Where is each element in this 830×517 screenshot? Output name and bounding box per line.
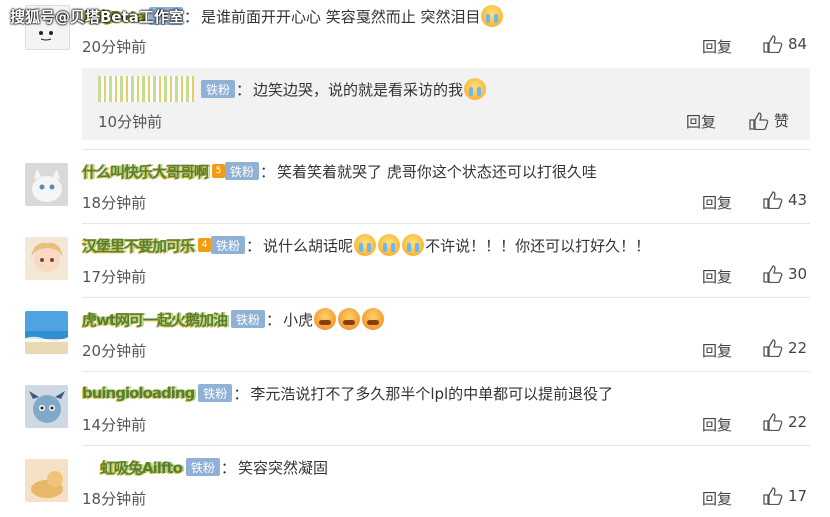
fan-badge: 铁粉 <box>211 236 246 254</box>
like-count: 22 <box>788 413 808 431</box>
like-button[interactable]: 赞 <box>749 110 789 131</box>
avatar[interactable] <box>25 237 68 280</box>
angry-emoji-icon <box>338 308 361 330</box>
reply-button[interactable]: 回复 <box>686 111 716 132</box>
divider <box>82 149 810 150</box>
fan-level-badge: 4 <box>198 238 212 252</box>
username[interactable]: 什么叫快乐大哥哥啊 <box>82 161 209 182</box>
fan-badge: 铁粉 <box>198 384 233 402</box>
like-count: 17 <box>788 487 808 505</box>
crying-emoji-icon <box>464 78 487 100</box>
crying-emoji-icon <box>481 5 504 27</box>
comment-text: 边笑边哭，说的就是看采访的我 <box>253 80 464 99</box>
colon: ： <box>220 458 236 477</box>
thumbs-up-icon <box>763 191 783 209</box>
fan-badge: 铁粉 <box>201 80 236 98</box>
divider <box>82 223 810 224</box>
like-label: 赞 <box>774 112 790 130</box>
avatar[interactable] <box>25 385 68 428</box>
like-button[interactable]: 22 <box>763 413 807 431</box>
username-blurred[interactable] <box>98 76 194 102</box>
timestamp: 18分钟前 <box>82 490 147 508</box>
thumbs-up-icon <box>763 413 783 431</box>
thumbs-up-icon <box>749 111 769 130</box>
fan-badge: 铁粉 <box>231 310 266 328</box>
timestamp: 20分钟前 <box>82 342 147 360</box>
like-count: 43 <box>788 191 808 209</box>
colon: ： <box>236 80 252 99</box>
sub-reply-box: 铁粉 ： 边笑边哭，说的就是看采访的我 10分钟前 回复 赞 <box>82 68 810 140</box>
fan-badge: 铁粉 <box>185 458 220 476</box>
divider <box>82 371 810 372</box>
crying-emoji-icon <box>402 234 425 256</box>
avatar[interactable] <box>25 311 68 354</box>
comment-text: 是谁前面开开心心 笑容戛然而止 突然泪目 <box>200 7 481 26</box>
colon: ： <box>266 310 282 329</box>
avatar[interactable] <box>25 459 68 502</box>
reply-button[interactable]: 回复 <box>702 414 732 435</box>
thumbs-up-icon <box>763 487 783 505</box>
reply-button[interactable]: 回复 <box>702 266 732 287</box>
colon: ： <box>233 384 249 403</box>
username[interactable]: 虹吸兔Ailfto <box>100 457 183 478</box>
reply-button[interactable]: 回复 <box>702 192 732 213</box>
angry-emoji-icon <box>314 308 337 330</box>
username[interactable]: 汉堡里不要加可乐 <box>82 235 195 256</box>
crying-emoji-icon <box>354 234 377 256</box>
watermark: 搜狐号@贝塔Beta工作室 <box>10 8 184 26</box>
colon: ： <box>246 236 262 255</box>
divider <box>82 445 810 446</box>
timestamp: 20分钟前 <box>82 38 147 56</box>
divider <box>82 297 810 298</box>
reply-button[interactable]: 回复 <box>702 36 732 57</box>
timestamp: 17分钟前 <box>82 268 147 286</box>
like-count: 30 <box>788 265 808 283</box>
like-button[interactable]: 84 <box>763 35 807 53</box>
fan-badge: 铁粉 <box>225 162 260 180</box>
like-count: 22 <box>788 339 808 357</box>
username[interactable]: 虎wt网可一起火鹅加油 <box>82 309 228 330</box>
crying-emoji-icon <box>378 234 401 256</box>
like-button[interactable]: 17 <box>763 487 807 505</box>
username[interactable]: buingioloading <box>82 384 195 402</box>
like-count: 84 <box>788 35 808 53</box>
comment-text: 李元浩说打不了多久那半个lpl的中单都可以提前退役了 <box>250 384 614 403</box>
thumbs-up-icon <box>763 35 783 53</box>
timestamp: 10分钟前 <box>98 113 163 131</box>
colon: ： <box>183 7 199 26</box>
comment-text: 不许说！！！你还可以打好久！！ <box>425 236 651 255</box>
reply-button[interactable]: 回复 <box>702 488 732 509</box>
comment-text: 笑着笑着就哭了 虎哥你这个状态还可以打很久哇 <box>277 162 597 181</box>
colon: ： <box>260 162 276 181</box>
avatar[interactable] <box>25 163 68 206</box>
like-button[interactable]: 30 <box>763 265 807 283</box>
thumbs-up-icon <box>763 265 783 283</box>
comment-text: 说什么胡话呢 <box>263 236 354 255</box>
timestamp: 14分钟前 <box>82 416 147 434</box>
angry-emoji-icon <box>362 308 385 330</box>
timestamp: 18分钟前 <box>82 194 147 212</box>
comment-text: 小虎 <box>283 310 314 329</box>
like-button[interactable]: 43 <box>763 191 807 209</box>
like-button[interactable]: 22 <box>763 339 807 357</box>
fan-level-badge: 5 <box>212 164 226 178</box>
thumbs-up-icon <box>763 339 783 357</box>
reply-button[interactable]: 回复 <box>702 340 732 361</box>
comment-text: 笑容突然凝固 <box>237 458 328 477</box>
